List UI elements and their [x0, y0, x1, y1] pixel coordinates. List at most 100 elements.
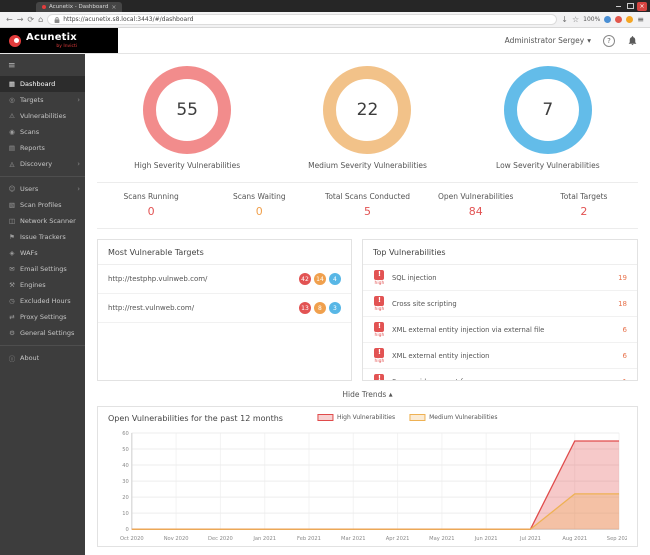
- zoom-level[interactable]: 100%: [583, 16, 600, 23]
- svg-text:Mar 2021: Mar 2021: [341, 536, 366, 542]
- browser-menu-icon[interactable]: ≡: [637, 15, 644, 24]
- sidebar-item-label: Proxy Settings: [20, 313, 80, 321]
- stat-value: 2: [530, 205, 638, 218]
- badge-medium: 8: [314, 302, 326, 314]
- donut-medium-severity-vulnerabilities: 22 Medium Severity Vulnerabilities: [277, 60, 457, 170]
- url-text: https://acunetix.s8.local:3443/#/dashboa…: [63, 16, 193, 23]
- sidebar-item-label: Vulnerabilities: [20, 112, 80, 120]
- sidebar-item-vulnerabilities[interactable]: ⚠Vulnerabilities: [0, 108, 85, 124]
- sidebar-item-network-scanner[interactable]: ◫Network Scanner: [0, 213, 85, 229]
- sidebar-item-scan-profiles[interactable]: ▧Scan Profiles: [0, 197, 85, 213]
- target-url-link[interactable]: http://rest.vulnweb.com/: [108, 304, 194, 312]
- vulnerability-row[interactable]: !high Cross site scripting 18: [363, 291, 637, 317]
- sidebar-item-general-settings[interactable]: ⚙General Settings: [0, 325, 85, 341]
- user-menu-label: Administrator Sergey: [505, 36, 585, 45]
- user-menu[interactable]: Administrator Sergey ▾: [505, 36, 591, 45]
- legend-label: Medium Vulnerabilities: [429, 414, 497, 421]
- svg-text:Sep 2021: Sep 2021: [607, 536, 627, 542]
- donut-label: High Severity Vulnerabilities: [134, 161, 240, 170]
- refresh-icon[interactable]: ⟳: [27, 16, 34, 24]
- tab-close-icon[interactable]: ×: [111, 4, 116, 11]
- notifications-bell-icon[interactable]: [627, 35, 638, 46]
- browser-tab[interactable]: Acunetix - Dashboard ×: [36, 2, 122, 12]
- severity-high-icon: !: [374, 296, 384, 306]
- vulnerability-row[interactable]: !highXML external entity injection6: [363, 343, 637, 369]
- extension-icon-1[interactable]: [604, 16, 611, 23]
- back-icon[interactable]: ←: [6, 16, 13, 24]
- sidebar-item-about[interactable]: ⓘAbout: [0, 350, 85, 366]
- badge-low: 4: [329, 273, 341, 285]
- trend-chart: 0102030405060Oct 2020Nov 2020Dec 2020Jan…: [108, 427, 627, 544]
- extension-icon-2[interactable]: [615, 16, 622, 23]
- donut-value: 55: [176, 100, 198, 120]
- hide-trends-toggle[interactable]: Hide Trends ▲: [97, 390, 638, 399]
- svg-text:40: 40: [122, 463, 129, 469]
- acunetix-logo-icon: [9, 35, 21, 47]
- stat-label: Open Vulnerabilities: [422, 192, 530, 201]
- svg-text:30: 30: [122, 479, 129, 485]
- sidebar-item-targets[interactable]: ◎Targets›: [0, 92, 85, 108]
- sidebar-item-label: Users: [20, 185, 73, 193]
- chart-legend: High VulnerabilitiesMedium Vulnerabiliti…: [317, 414, 498, 421]
- vulnerability-name: Cross site scripting: [392, 300, 612, 308]
- issue-trackers-icon: ⚑: [8, 233, 16, 241]
- users-icon: ☺: [8, 185, 16, 193]
- sidebar-item-label: Scans: [20, 128, 80, 136]
- extension-icon-3[interactable]: [626, 16, 633, 23]
- bookmark-star-icon[interactable]: ☆: [572, 16, 579, 24]
- lock-icon: [54, 16, 60, 24]
- sidebar-item-excluded-hours[interactable]: ◷Excluded Hours: [0, 293, 85, 309]
- stat-value: 5: [313, 205, 421, 218]
- donut-value: 22: [357, 100, 379, 120]
- sidebar-item-reports[interactable]: ▤Reports: [0, 140, 85, 156]
- sidebar-item-label: Scan Profiles: [20, 201, 80, 209]
- tab-favicon: [42, 5, 46, 9]
- target-url-link[interactable]: http://testphp.vulnweb.com/: [108, 275, 207, 283]
- targets-icon: ◎: [8, 96, 16, 104]
- dashboard-icon: ▦: [8, 80, 16, 88]
- sidebar-item-label: Discovery: [20, 160, 73, 168]
- badge-high: 42: [299, 273, 311, 285]
- trends-chart-panel: Open Vulnerabilities for the past 12 mon…: [97, 406, 638, 547]
- donut-label: Medium Severity Vulnerabilities: [308, 161, 427, 170]
- svg-text:Oct 2020: Oct 2020: [120, 536, 144, 542]
- sidebar-item-discovery[interactable]: ◬Discovery›: [0, 156, 85, 172]
- donut-ring: 22: [323, 66, 411, 154]
- sidebar-item-users[interactable]: ☺Users›: [0, 181, 85, 197]
- sidebar-item-label: WAFs: [20, 249, 80, 257]
- sidebar-item-wafs[interactable]: ◈WAFs: [0, 245, 85, 261]
- stat-value: 84: [422, 205, 530, 218]
- vulnerability-row[interactable]: !highXML external entity injection via e…: [363, 317, 637, 343]
- svg-text:50: 50: [122, 447, 129, 453]
- severity-badges: 42144: [299, 273, 341, 285]
- sidebar-item-proxy-settings[interactable]: ⇄Proxy Settings: [0, 309, 85, 325]
- help-button[interactable]: ?: [603, 35, 615, 47]
- vulnerability-row[interactable]: !highServer side request forgery1: [363, 369, 637, 381]
- sidebar-item-scans[interactable]: ◉Scans: [0, 124, 85, 140]
- home-icon[interactable]: ⌂: [38, 16, 43, 24]
- address-bar[interactable]: https://acunetix.s8.local:3443/#/dashboa…: [47, 14, 557, 25]
- severity-label: high: [375, 333, 385, 338]
- forward-icon[interactable]: →: [17, 16, 24, 24]
- acunetix-logo[interactable]: Acunetix by Invicti: [0, 28, 118, 53]
- sidebar-item-issue-trackers[interactable]: ⚑Issue Trackers: [0, 229, 85, 245]
- vulnerability-row[interactable]: !highSQL injection19: [363, 265, 637, 291]
- sidebar-item-dashboard[interactable]: ▦Dashboard: [0, 76, 85, 92]
- stat-label: Total Scans Conducted: [313, 192, 421, 201]
- severity-donuts: 55 High Severity Vulnerabilities 22 Medium …: [97, 60, 638, 170]
- severity-label: high: [375, 307, 385, 312]
- engines-icon: ⚒: [8, 281, 16, 289]
- vulnerability-count: 18: [618, 300, 627, 308]
- logo-text: Acunetix: [26, 33, 77, 43]
- email-settings-icon: ✉: [8, 265, 16, 273]
- severity-high-icon: !: [374, 270, 384, 280]
- window-maximize-button[interactable]: [625, 2, 635, 11]
- sidebar-collapse-button[interactable]: ≡: [0, 57, 85, 74]
- sidebar-item-email-settings[interactable]: ✉ Email Settings: [0, 261, 85, 277]
- download-icon[interactable]: ↓: [561, 16, 568, 24]
- window-close-button[interactable]: ×: [637, 2, 647, 11]
- sidebar-item-label: Network Scanner: [20, 217, 80, 225]
- sidebar-item-label: Email Settings: [20, 265, 80, 273]
- sidebar-item-engines[interactable]: ⚒Engines: [0, 277, 85, 293]
- window-minimize-button[interactable]: [613, 2, 623, 11]
